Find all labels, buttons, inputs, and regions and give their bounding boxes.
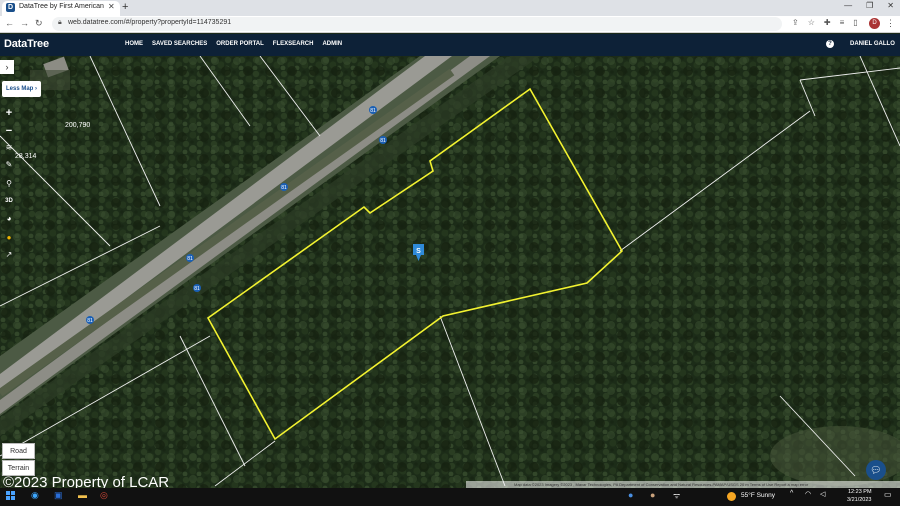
satellite-map[interactable]: 81 81 81 81 81 81 S: [0, 56, 900, 488]
browser-toolbar-icons: ⇪ ☆ ✚ ≡ ▯: [792, 18, 858, 27]
url-text[interactable]: web.datatree.com/#/property?propertyId=1…: [68, 19, 231, 26]
back-icon[interactable]: ←: [5, 18, 14, 28]
svg-text:81: 81: [281, 185, 287, 191]
parcel-number: 200,790: [65, 122, 91, 129]
parcel-number: 28,314: [15, 153, 37, 160]
less-map-label: Less Map: [6, 86, 34, 92]
route-shield: 81: [280, 183, 288, 191]
tray-volume-icon[interactable]: ◁: [820, 490, 825, 498]
layers-icon[interactable]: ≋: [2, 141, 16, 155]
route-shield: 81: [86, 316, 94, 324]
map-canvas: 81 81 81 81 81 81 S: [0, 56, 900, 488]
close-window-icon[interactable]: ✕: [887, 1, 894, 10]
map-attribution: Map data ©2023 Imagery ©2023 , Maxar Tec…: [466, 481, 900, 488]
route-shield: 81: [369, 106, 377, 114]
windows-start-icon[interactable]: [6, 491, 16, 501]
nav-home[interactable]: HOME: [125, 41, 143, 47]
chrome-icon[interactable]: ◎: [100, 490, 108, 501]
less-map-button[interactable]: Less Map ›: [2, 81, 41, 97]
road-layer-button[interactable]: Road: [2, 443, 35, 459]
svg-text:81: 81: [380, 138, 386, 144]
tab-close-icon[interactable]: ✕: [108, 2, 115, 11]
expand-panel-icon[interactable]: ›: [0, 60, 14, 74]
reload-icon[interactable]: ↻: [35, 18, 43, 29]
top-nav: HOME SAVED SEARCHES ORDER PORTAL FLEXSEA…: [125, 41, 342, 47]
edge-icon[interactable]: ◉: [31, 490, 39, 501]
nav-flexsearch[interactable]: FLEXSEARCH: [273, 41, 314, 47]
tray-network-icon[interactable]: ᯤ: [673, 490, 680, 501]
svg-text:S: S: [416, 248, 421, 255]
tab-title: DataTree by First American: [19, 3, 104, 10]
new-tab-icon[interactable]: +: [122, 1, 128, 13]
route-shield: 81: [186, 254, 194, 262]
minimize-icon[interactable]: —: [844, 1, 852, 10]
notifications-icon[interactable]: ▭: [884, 490, 892, 499]
chat-icon[interactable]: 💬︎: [866, 460, 886, 480]
route-shield: 81: [379, 136, 387, 144]
nav-admin[interactable]: ADMIN: [322, 41, 342, 47]
profile-avatar[interactable]: D: [869, 18, 880, 29]
user-menu[interactable]: DANIEL GALLO: [850, 41, 895, 47]
pencil-icon[interactable]: ✎: [2, 158, 16, 172]
route-shield: 81: [193, 284, 201, 292]
sidepanel-icon[interactable]: ▯: [853, 18, 857, 27]
tab-favicon-icon: D: [6, 3, 15, 12]
svg-text:81: 81: [194, 286, 200, 292]
help-icon[interactable]: ?: [826, 40, 834, 48]
nav-order-portal[interactable]: ORDER PORTAL: [216, 41, 264, 47]
file-explorer-icon[interactable]: ▬: [78, 490, 87, 500]
window-controls: — ❐ ✕: [844, 1, 894, 10]
tray-avatar-icon[interactable]: ●: [650, 490, 655, 500]
share-page-icon[interactable]: ⇪: [792, 18, 799, 27]
tray-chevron-icon[interactable]: ^: [790, 490, 793, 497]
store-icon[interactable]: ▣: [54, 490, 63, 501]
search-icon[interactable]: ⚲: [2, 177, 16, 191]
zoom-in-icon[interactable]: +: [2, 106, 16, 120]
lock-icon[interactable]: 🔒︎: [58, 19, 62, 27]
browser-tab-strip: [0, 0, 900, 16]
clock-time[interactable]: 12:23 PM: [848, 489, 872, 495]
weather-text[interactable]: 55°F Sunny: [741, 492, 775, 499]
menu-list-icon[interactable]: ≡: [840, 18, 845, 27]
svg-text:81: 81: [187, 256, 193, 262]
nav-saved-searches[interactable]: SAVED SEARCHES: [152, 41, 207, 47]
kebab-menu-icon[interactable]: ⋮: [886, 18, 895, 29]
svg-text:81: 81: [370, 108, 376, 114]
clock-date[interactable]: 3/21/2023: [847, 497, 871, 503]
restore-icon[interactable]: ❐: [866, 1, 873, 10]
forward-icon[interactable]: →: [20, 18, 29, 28]
share-icon[interactable]: ↗: [2, 248, 16, 262]
svg-text:81: 81: [87, 318, 93, 324]
datatree-logo[interactable]: DataTree: [4, 38, 49, 50]
bookmark-star-icon[interactable]: ☆: [808, 18, 815, 27]
extensions-icon[interactable]: ✚: [824, 18, 831, 27]
zoom-out-icon[interactable]: −: [2, 124, 16, 138]
weather-sun-icon: [727, 492, 736, 501]
tray-wifi-icon[interactable]: ◠: [805, 490, 811, 498]
3d-icon[interactable]: 3D: [2, 194, 16, 208]
globe-icon[interactable]: ◕: [2, 212, 16, 226]
pegman-icon[interactable]: ●: [2, 231, 16, 245]
tray-app-icon[interactable]: ●: [628, 490, 633, 500]
